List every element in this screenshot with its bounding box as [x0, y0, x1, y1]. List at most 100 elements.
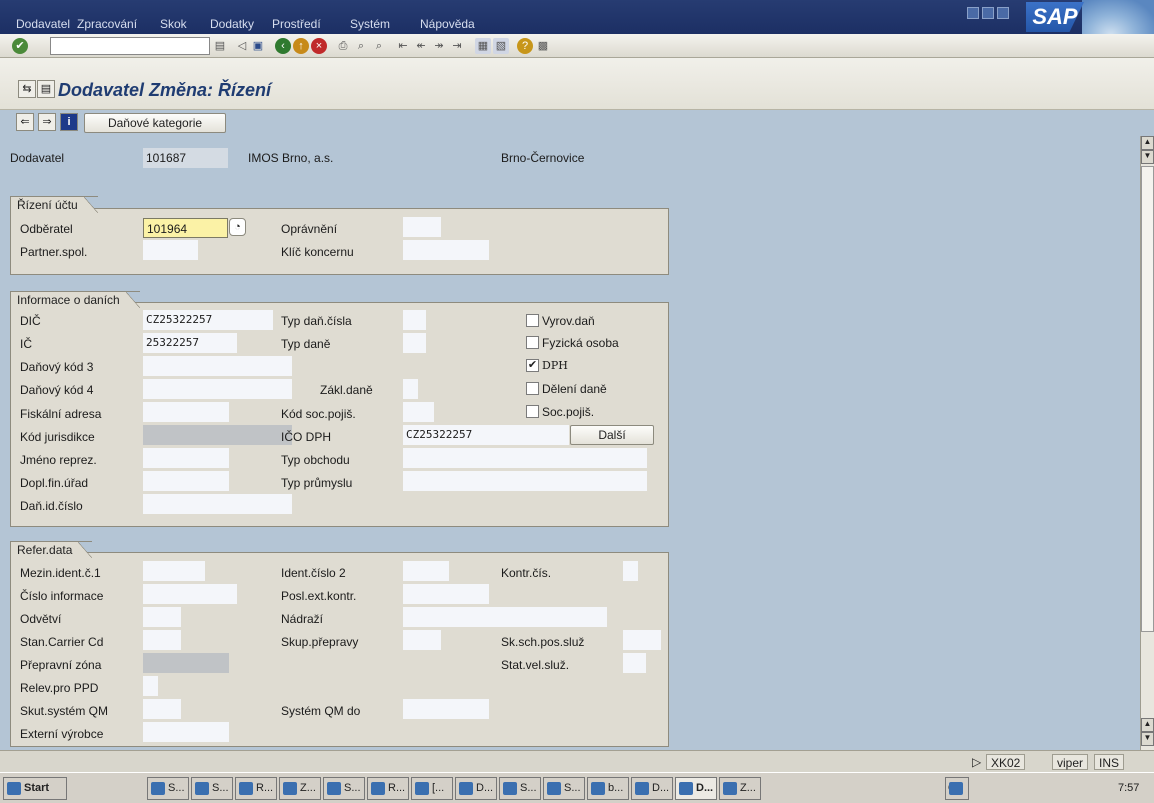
rep-name-input[interactable]: [143, 448, 229, 468]
soc-ins-code-input[interactable]: [403, 402, 434, 422]
customer-search-icon[interactable]: ◔: [229, 218, 246, 236]
stat-service-input[interactable]: [623, 653, 646, 673]
status-expand-icon[interactable]: ▷: [968, 754, 985, 770]
language-indicator[interactable]: CS: [945, 777, 969, 800]
other-vendor-icon[interactable]: ⇆: [18, 80, 36, 98]
intl-id1-input[interactable]: [143, 561, 205, 581]
transport-group-input[interactable]: [403, 630, 441, 650]
next-page-icon[interactable]: ↠: [431, 38, 447, 54]
id2-input[interactable]: [403, 561, 449, 581]
menu-prostredi[interactable]: Prostředí: [272, 17, 321, 31]
business-type-input[interactable]: [403, 448, 647, 468]
tax-categories-button[interactable]: Daňové kategorie: [84, 113, 226, 133]
menu-napoveda[interactable]: Nápověda: [420, 17, 475, 31]
scroll-down-icon[interactable]: ▼: [1141, 150, 1154, 164]
tax-base-input[interactable]: [403, 379, 418, 399]
info-number-input[interactable]: [143, 584, 237, 604]
exit-icon[interactable]: ↑: [293, 38, 309, 54]
command-field[interactable]: [50, 37, 210, 55]
scroll-page-down-icon[interactable]: ▼: [1141, 732, 1154, 746]
info-icon[interactable]: i: [60, 113, 78, 131]
cancel-icon[interactable]: ×: [311, 38, 327, 54]
taskbar-item[interactable]: [...: [411, 777, 453, 800]
taskbar-item[interactable]: S...: [147, 777, 189, 800]
ico-dph-input[interactable]: CZ25322257: [403, 425, 569, 445]
close-icon[interactable]: [997, 7, 1009, 19]
taxnum-type-input[interactable]: [403, 310, 426, 330]
taskbar-item-active[interactable]: D...: [675, 777, 717, 800]
ppd-input[interactable]: [143, 676, 158, 696]
start-button[interactable]: Start: [3, 777, 67, 800]
menu-system[interactable]: Systém: [350, 17, 390, 31]
last-page-icon[interactable]: ⇥: [449, 38, 465, 54]
group-key-input[interactable]: [403, 240, 489, 260]
minimize-icon[interactable]: [967, 7, 979, 19]
vyrov-dan-checkbox[interactable]: [526, 314, 539, 327]
menu-skok[interactable]: Skok: [160, 17, 187, 31]
new-session-icon[interactable]: ▦: [475, 38, 491, 54]
scroll-thumb[interactable]: [1141, 166, 1154, 632]
tax-office-input[interactable]: [143, 471, 229, 491]
taskbar-item[interactable]: S...: [499, 777, 541, 800]
layout-menu-icon[interactable]: ▩: [535, 38, 551, 54]
back-icon[interactable]: ‹: [275, 38, 291, 54]
help-icon[interactable]: ?: [517, 38, 533, 54]
tax-id-input[interactable]: [143, 494, 292, 514]
menu-dodatky[interactable]: Dodatky: [210, 17, 254, 31]
industry-type-input[interactable]: [403, 471, 647, 491]
ext-manufacturer-input[interactable]: [143, 722, 229, 742]
fiscal-address-input[interactable]: [143, 402, 229, 422]
print-icon[interactable]: ⎙: [335, 38, 351, 54]
station-input[interactable]: [403, 607, 607, 627]
check-digit-input[interactable]: [623, 561, 638, 581]
authorization-input[interactable]: [403, 217, 441, 237]
taskbar-item[interactable]: b...: [587, 777, 629, 800]
tax-type-input[interactable]: [403, 333, 426, 353]
taskbar-item[interactable]: S...: [543, 777, 585, 800]
prev-page-icon[interactable]: ↞: [413, 38, 429, 54]
taskbar-item[interactable]: D...: [631, 777, 673, 800]
soc-ins-checkbox[interactable]: [526, 405, 539, 418]
find-icon[interactable]: ⌕: [353, 38, 369, 54]
menu-zpracovani[interactable]: Zpracování: [77, 17, 137, 31]
insert-mode[interactable]: INS: [1094, 754, 1125, 770]
taskbar-item[interactable]: R...: [235, 777, 277, 800]
taskbar-item[interactable]: Z...: [279, 777, 321, 800]
menu-dodavatel[interactable]: Dodavatel: [16, 17, 70, 31]
qm-to-input[interactable]: [403, 699, 489, 719]
vertical-scrollbar[interactable]: ▲ ▼ ▲ ▼: [1140, 136, 1154, 750]
next-screen-icon[interactable]: ⇒: [38, 113, 56, 131]
prev-screen-icon[interactable]: ⇐: [16, 113, 34, 131]
prev-icon[interactable]: ◁: [234, 38, 250, 54]
last-ext-check-input[interactable]: [403, 584, 489, 604]
more-button[interactable]: Další: [570, 425, 654, 445]
command-history-icon[interactable]: ▤: [212, 38, 228, 54]
ic-input[interactable]: 25322257: [143, 333, 237, 353]
partner-input[interactable]: [143, 240, 198, 260]
taskbar-item[interactable]: S...: [191, 777, 233, 800]
shortcut-icon[interactable]: ▧: [493, 38, 509, 54]
taxcode4-input[interactable]: [143, 379, 292, 399]
taskbar-item[interactable]: S...: [323, 777, 365, 800]
qm-actual-input[interactable]: [143, 699, 181, 719]
tax-split-checkbox[interactable]: [526, 382, 539, 395]
save-icon[interactable]: ▣: [250, 38, 266, 54]
dic-input[interactable]: CZ25322257: [143, 310, 273, 330]
first-page-icon[interactable]: ⇤: [395, 38, 411, 54]
restore-icon[interactable]: [982, 7, 994, 19]
taskbar-item[interactable]: D...: [455, 777, 497, 800]
service-agent-input[interactable]: [623, 630, 661, 650]
scroll-page-up-icon[interactable]: ▲: [1141, 718, 1154, 732]
dph-checkbox[interactable]: ✔: [526, 359, 539, 372]
taxcode3-input[interactable]: [143, 356, 292, 376]
display-icon[interactable]: ▤: [37, 80, 55, 98]
enter-icon[interactable]: ✔: [12, 38, 28, 54]
find-next-icon[interactable]: ⌕: [371, 38, 387, 54]
scroll-up-icon[interactable]: ▲: [1141, 136, 1154, 150]
natural-person-checkbox[interactable]: [526, 336, 539, 349]
customer-input[interactable]: 101964: [143, 218, 228, 238]
carrier-input[interactable]: [143, 630, 181, 650]
taskbar-item[interactable]: Z...: [719, 777, 761, 800]
taskbar-item[interactable]: R...: [367, 777, 409, 800]
industry-input[interactable]: [143, 607, 181, 627]
